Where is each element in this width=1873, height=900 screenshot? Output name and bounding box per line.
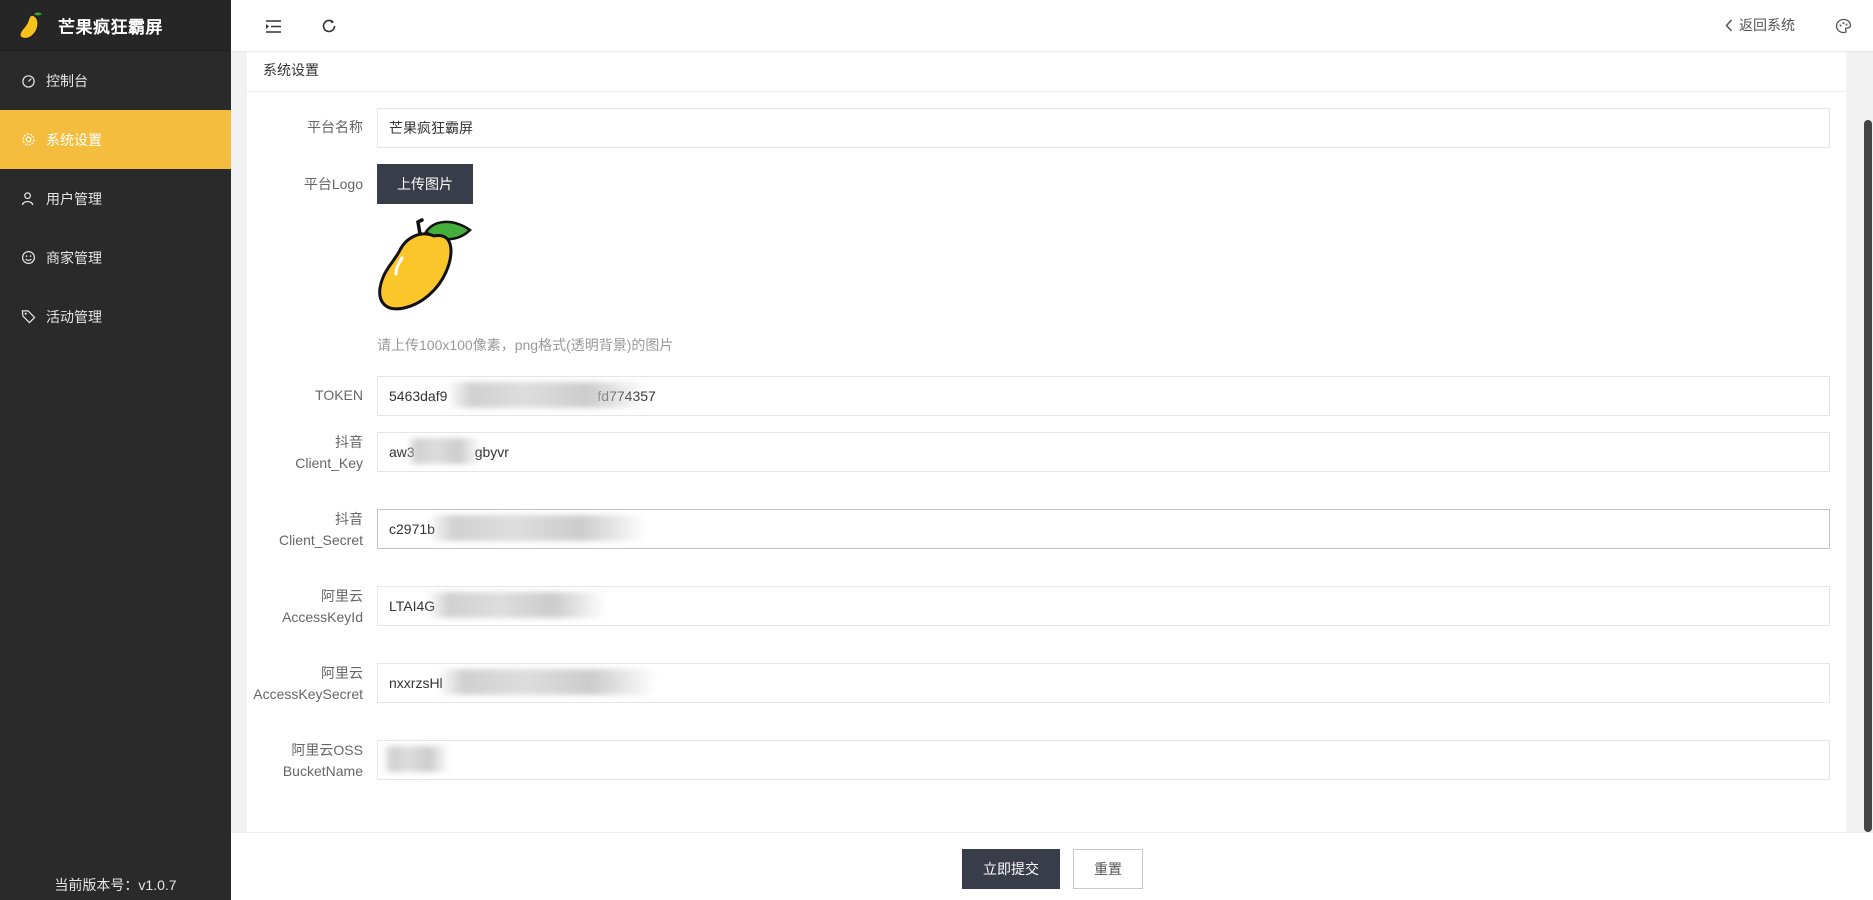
douyin-client-secret-label: 抖音 Client_Secret: [278, 511, 363, 548]
token-label: TOKEN: [315, 387, 363, 403]
sidebar-item-label: 商家管理: [46, 249, 102, 266]
aliyun-access-key-id-label: 阿里云 AccessKeyId: [282, 588, 363, 625]
menu-toggle-icon[interactable]: [261, 14, 285, 38]
theme-palette-icon[interactable]: [1831, 14, 1855, 38]
tag-icon: [20, 309, 36, 325]
sidebar-nav: 控制台 系统设置 用户管理 商家管理 活动管理: [0, 51, 231, 346]
settings-card: 系统设置 平台名称 平台Logo 上传图片 请上传100x100像素，png格式…: [247, 52, 1846, 832]
topbar: 返回系统: [231, 0, 1873, 52]
page-title: 系统设置: [247, 52, 1846, 92]
chevron-left-icon: [1725, 18, 1733, 32]
submit-button[interactable]: 立即提交: [962, 849, 1060, 889]
douyin-client-key-input[interactable]: aw3 gbyvr: [377, 432, 1830, 472]
platform-name-label: 平台名称: [307, 119, 363, 135]
platform-name-input[interactable]: [377, 108, 1830, 148]
gear-icon: [20, 132, 36, 148]
scrollbar-thumb[interactable]: [1864, 120, 1872, 832]
form-footer: 立即提交 重置: [231, 832, 1873, 900]
aliyun-oss-bucket-label: 阿里云OSS BucketName: [282, 742, 363, 779]
logo-hint-text: 请上传100x100像素，png格式(透明背景)的图片: [377, 337, 674, 353]
logo-preview-image[interactable]: [374, 214, 474, 312]
sidebar-item-users[interactable]: 用户管理: [0, 169, 231, 228]
dashboard-icon: [20, 73, 36, 89]
token-input[interactable]: 5463daf9 fd774357: [377, 376, 1830, 416]
version-text: 当前版本号：v1.0.7: [54, 877, 177, 893]
back-to-system-link[interactable]: 返回系统: [1725, 15, 1795, 35]
mango-icon: [19, 11, 42, 40]
sidebar-item-activities[interactable]: 活动管理: [0, 287, 231, 346]
upload-image-button[interactable]: 上传图片: [377, 164, 473, 204]
sidebar-item-label: 活动管理: [46, 308, 102, 325]
sidebar-item-dashboard[interactable]: 控制台: [0, 51, 231, 110]
scrollbar-track[interactable]: [1863, 52, 1873, 832]
aliyun-access-key-secret-input[interactable]: nxxrzsHl: [377, 663, 1830, 703]
sidebar-item-system-settings[interactable]: 系统设置: [0, 110, 231, 169]
user-icon: [20, 191, 36, 207]
sidebar-item-label: 用户管理: [46, 190, 102, 207]
brand[interactable]: 芒果疯狂霸屏: [0, 0, 231, 51]
sidebar-item-label: 系统设置: [46, 131, 102, 148]
platform-logo-label: 平台Logo: [303, 176, 363, 192]
refresh-icon[interactable]: [317, 14, 341, 38]
douyin-client-key-label: 抖音 Client_Key: [295, 434, 363, 471]
sidebar: 芒果疯狂霸屏 控制台 系统设置 用户管理 商家管理 活动管理 当前版本号：v1.…: [0, 0, 231, 900]
reset-button[interactable]: 重置: [1073, 849, 1143, 889]
smile-icon: [20, 250, 36, 266]
aliyun-access-key-secret-label: 阿里云 AccessKeySecret: [253, 665, 363, 702]
back-to-system-label: 返回系统: [1739, 17, 1795, 33]
app-title: 芒果疯狂霸屏: [58, 17, 163, 37]
douyin-client-secret-input[interactable]: c2971b: [377, 509, 1830, 549]
aliyun-oss-bucket-input[interactable]: [377, 740, 1830, 780]
sidebar-item-label: 控制台: [46, 72, 88, 89]
sidebar-item-merchants[interactable]: 商家管理: [0, 228, 231, 287]
aliyun-access-key-id-input[interactable]: LTAI4G: [377, 586, 1830, 626]
